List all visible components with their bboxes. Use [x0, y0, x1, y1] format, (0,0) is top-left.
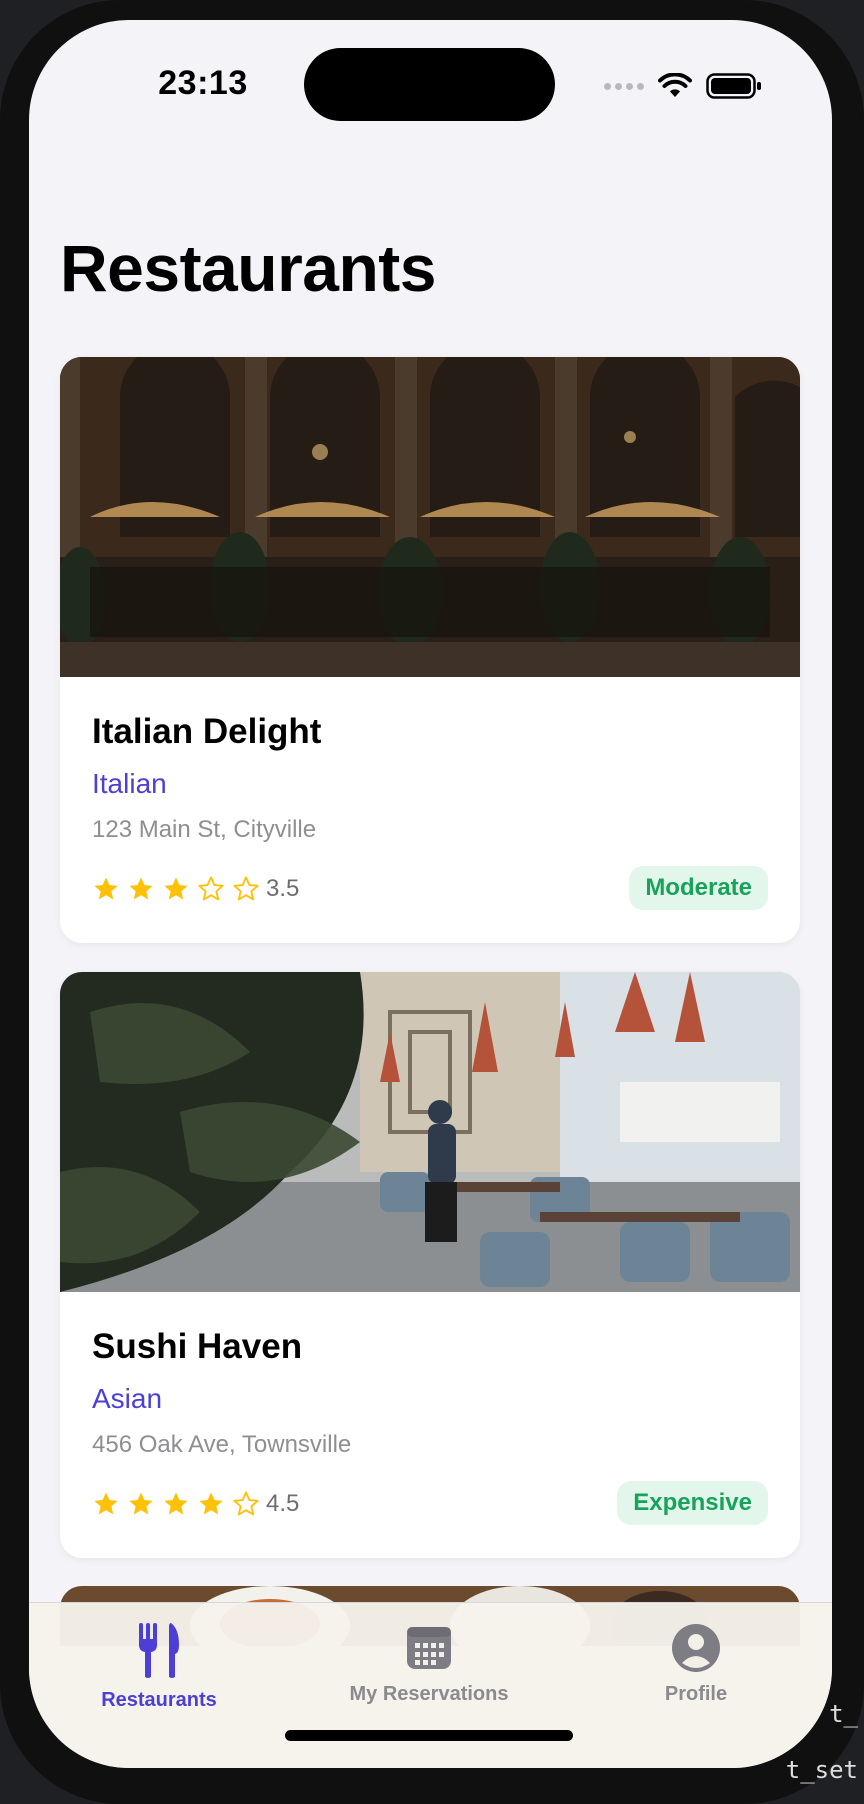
page-title: Restaurants: [60, 231, 436, 305]
tab-restaurants[interactable]: Restaurants: [59, 1623, 259, 1712]
tab-my-reservations[interactable]: My Reservations: [329, 1623, 529, 1706]
rating-row: 4.5 Expensive: [92, 1481, 768, 1527]
home-indicator: [285, 1730, 573, 1741]
price-badge: Expensive: [617, 1481, 768, 1525]
restaurant-address: 123 Main St, Cityville: [92, 816, 317, 843]
star-filled-icon: [94, 877, 118, 900]
restaurant-name: Sushi Haven: [92, 1327, 303, 1366]
star-rating: [92, 875, 260, 903]
star-empty-icon: [198, 876, 224, 901]
card-body: Italian Delight Italian 123 Main St, Cit…: [92, 712, 768, 912]
star-rating: [92, 1490, 260, 1518]
rating-row: 3.5 Moderate: [92, 866, 768, 912]
dynamic-island: [304, 48, 555, 121]
tab-bar: Restaurants My Reservations Profile: [29, 1602, 832, 1768]
price-badge: Moderate: [629, 866, 768, 910]
tab-label: My Reservations: [349, 1683, 509, 1705]
card-body: Sushi Haven Asian 456 Oak Ave, Townsvill…: [92, 1327, 768, 1527]
restaurant-cuisine: Asian: [92, 1383, 163, 1414]
restaurant-photo-dining-room: [60, 972, 800, 1292]
star-filled-icon: [164, 877, 188, 900]
restaurant-cuisine: Italian: [92, 768, 167, 799]
wifi-icon: [658, 73, 692, 97]
star-filled-icon: [94, 1492, 118, 1515]
cellular-signal-icon: [604, 82, 644, 90]
fork-knife-icon: [139, 1623, 179, 1678]
rating-value: 4.5: [266, 1490, 300, 1517]
restaurant-name: Italian Delight: [92, 712, 322, 751]
app-screen: 23:13 Restaurants Italian Delight Italia…: [29, 20, 832, 1768]
star-empty-icon: [233, 876, 259, 901]
star-empty-icon: [233, 1491, 259, 1516]
rating-value: 3.5: [266, 875, 300, 902]
status-icons: [604, 73, 762, 99]
star-filled-icon: [129, 877, 153, 900]
restaurant-address: 456 Oak Ave, Townsville: [92, 1431, 352, 1458]
battery-icon: [706, 73, 761, 99]
restaurant-card[interactable]: Sushi Haven Asian 456 Oak Ave, Townsvill…: [60, 972, 800, 1558]
restaurant-card[interactable]: Italian Delight Italian 123 Main St, Cit…: [60, 357, 800, 943]
tab-label: Profile: [664, 1683, 728, 1705]
tab-label: Restaurants: [101, 1689, 217, 1711]
status-time: 23:13: [158, 64, 248, 102]
restaurant-photo-cafe-terrace: [60, 357, 800, 677]
calendar-icon: [407, 1627, 451, 1669]
star-filled-icon: [129, 1492, 153, 1515]
tab-profile[interactable]: Profile: [596, 1623, 796, 1706]
star-filled-icon: [164, 1492, 188, 1515]
person-circle-icon: [672, 1624, 720, 1672]
background-terminal-text: t_: [829, 1700, 858, 1728]
star-filled-icon: [199, 1492, 223, 1515]
